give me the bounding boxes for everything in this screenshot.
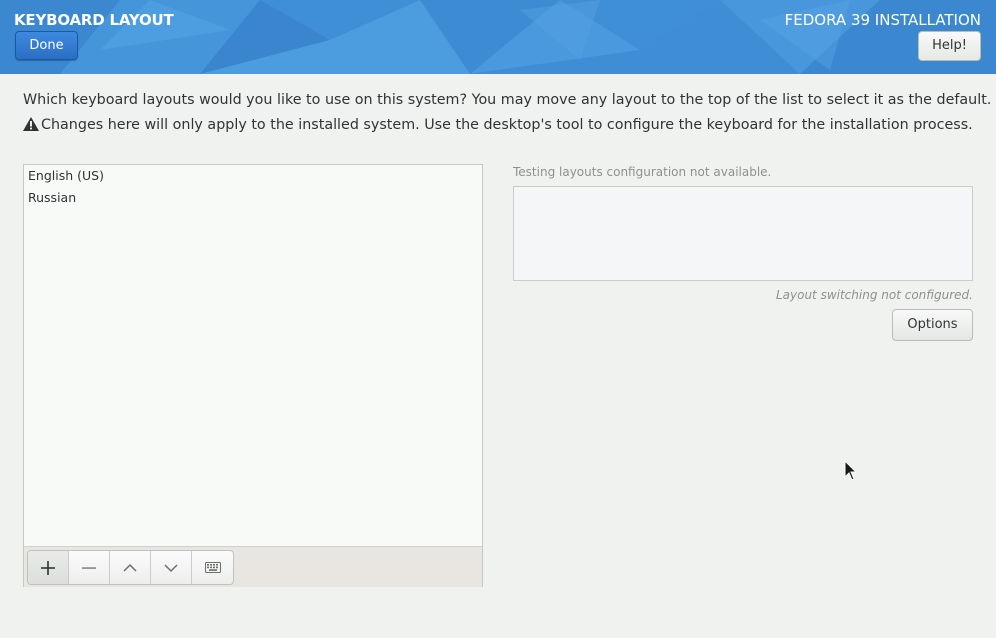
remove-layout-button[interactable] <box>69 551 110 584</box>
layout-item[interactable]: English (US) <box>24 165 482 187</box>
chevron-up-icon <box>123 563 137 572</box>
instructions-text: Which keyboard layouts would you like to… <box>23 92 992 108</box>
layout-list-panel: English (US) Russian <box>23 164 483 587</box>
page-title: KEYBOARD LAYOUT <box>14 11 174 29</box>
warning-text: Changes here will only apply to the inst… <box>41 117 973 133</box>
toolbar-button-group <box>27 550 234 585</box>
warning-text-row: Changes here will only apply to the inst… <box>23 117 973 133</box>
layout-list[interactable]: English (US) Russian <box>24 165 482 546</box>
move-up-button[interactable] <box>110 551 151 584</box>
help-button[interactable]: Help! <box>918 31 981 61</box>
remove-icon <box>82 566 96 569</box>
testing-label: Testing layouts configuration not availa… <box>513 165 772 179</box>
chevron-down-icon <box>164 563 178 572</box>
keyboard-icon <box>204 562 221 573</box>
testing-input-area <box>513 186 973 281</box>
header-bar: KEYBOARD LAYOUT FEDORA 39 INSTALLATION D… <box>0 0 996 74</box>
add-icon <box>41 560 55 575</box>
done-button[interactable]: Done <box>15 31 78 60</box>
product-title: FEDORA 39 INSTALLATION <box>784 11 981 29</box>
layout-switching-status: Layout switching not configured. <box>775 288 973 302</box>
options-button[interactable]: Options <box>892 309 973 341</box>
move-down-button[interactable] <box>151 551 192 584</box>
warning-icon <box>23 117 39 131</box>
preview-layout-button[interactable] <box>192 551 233 584</box>
layout-toolbar <box>24 546 482 587</box>
mouse-cursor-icon <box>844 460 858 481</box>
layout-item[interactable]: Russian <box>24 187 482 209</box>
add-layout-button[interactable] <box>28 551 69 584</box>
